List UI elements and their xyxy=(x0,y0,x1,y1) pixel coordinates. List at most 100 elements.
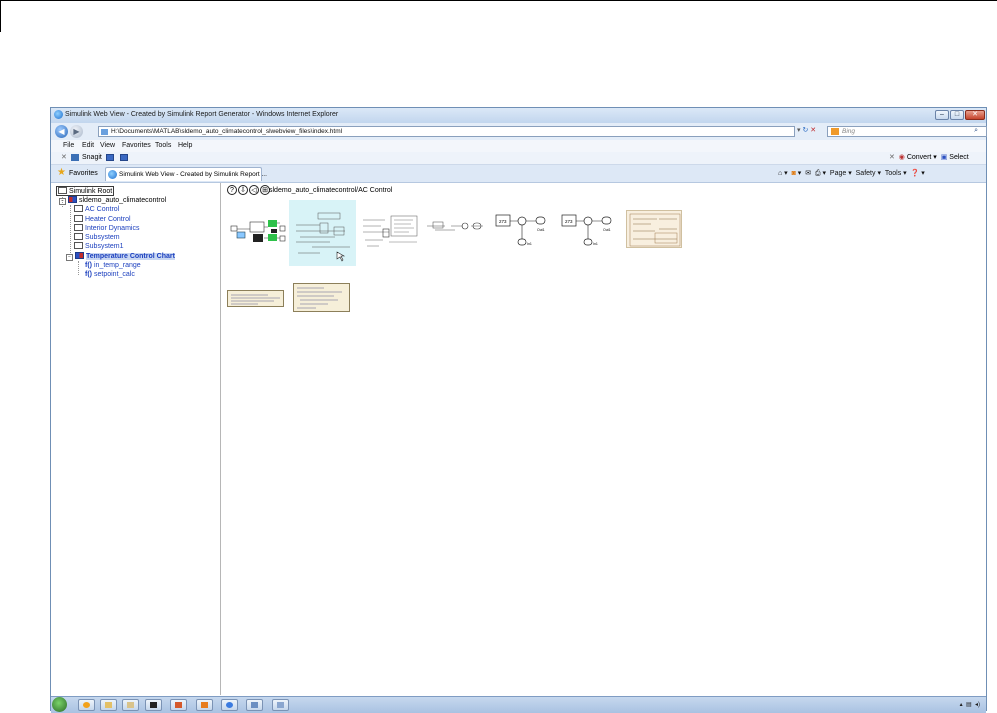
tools-menu[interactable]: Tools xyxy=(885,170,901,177)
dropdown-icon[interactable]: ▾ xyxy=(797,127,801,134)
home-icon[interactable]: ⌂ xyxy=(778,170,782,177)
in-label-a: In1 xyxy=(527,242,532,246)
convert-button[interactable]: Convert xyxy=(907,154,932,161)
thumbnail-diagram-1[interactable] xyxy=(227,211,287,251)
convert-icon: ◉ xyxy=(898,154,905,161)
download-button[interactable]: ⇩ xyxy=(238,185,248,195)
thumbnail-chart[interactable] xyxy=(626,210,682,248)
thumbnail-diagram-5[interactable]: 273 Out1 In1 xyxy=(493,211,551,249)
tree-item-subsystem[interactable]: Subsystem xyxy=(74,233,120,241)
page-left-rule xyxy=(0,0,1,32)
root-icon xyxy=(58,187,67,194)
menu-favorites[interactable]: Favorites xyxy=(122,142,151,149)
snagit-button[interactable]: Snagit xyxy=(82,154,102,161)
breadcrumb-path: sldemo_auto_climatecontrol/AC Control xyxy=(269,187,393,194)
menu-tools[interactable]: Tools xyxy=(155,142,171,149)
close-button[interactable]: ✕ xyxy=(965,110,985,120)
start-button[interactable] xyxy=(52,697,67,712)
taskbar-folder-icon[interactable] xyxy=(122,699,139,711)
taskbar-window2-icon[interactable] xyxy=(272,699,289,711)
tree-item-label: Subsystem1 xyxy=(85,243,124,250)
select-button[interactable]: Select xyxy=(949,154,968,161)
tab-ie-icon xyxy=(108,170,117,179)
toolbar-close-icon[interactable]: ✕ xyxy=(61,153,67,161)
taskbar-matlab-icon[interactable] xyxy=(170,699,187,711)
snagit-window-icon[interactable] xyxy=(120,154,128,161)
snagit-icon xyxy=(71,154,79,161)
thumbnail-function-2[interactable] xyxy=(293,283,350,312)
system-tray: ▴ ▤ ◂) xyxy=(960,701,980,708)
maximize-button[interactable]: □ xyxy=(950,110,964,120)
taskbar-cmd-icon[interactable] xyxy=(145,699,162,711)
tree-item-temperature-control-chart[interactable]: − Temperature Control Chart xyxy=(66,252,175,261)
tree-item-label: setpoint_calc xyxy=(94,271,135,278)
tree-item-label: Temperature Control Chart xyxy=(86,253,175,260)
stop-icon[interactable]: ✕ xyxy=(810,127,816,134)
tree-line xyxy=(70,205,71,255)
tree-root[interactable]: Simulink Root xyxy=(56,186,115,196)
tree-item-heater-control[interactable]: Heater Control xyxy=(74,215,131,223)
search-input[interactable]: Bing ⌕ xyxy=(827,126,987,137)
tree-item-label: Heater Control xyxy=(85,216,131,223)
favorites-bar: ★ Favorites Simulink Web View - Created … xyxy=(51,165,986,183)
tree-item-ac-control[interactable]: AC Control xyxy=(74,205,119,213)
search-icon[interactable]: ⌕ xyxy=(974,127,978,135)
thumbnail-diagram-4[interactable] xyxy=(424,211,486,243)
convert-close-icon[interactable]: ✕ xyxy=(889,154,895,161)
menu-edit[interactable]: Edit xyxy=(82,142,94,149)
function-icon: f() xyxy=(85,271,92,278)
page-menu[interactable]: Page xyxy=(830,170,846,177)
tree-item-in-temp-range[interactable]: f() in_temp_range xyxy=(85,262,141,269)
back-button[interactable]: ◀ xyxy=(55,125,68,138)
menu-file[interactable]: File xyxy=(63,142,74,149)
collapse-icon[interactable]: − xyxy=(59,198,66,205)
taskbar-ie-icon[interactable] xyxy=(78,699,95,711)
feeds-icon[interactable]: ◙ xyxy=(792,170,796,177)
convert-dropdown-icon[interactable]: ▾ xyxy=(933,154,937,161)
help-button[interactable]: ? xyxy=(227,185,237,195)
tab-simulink-web-view[interactable]: Simulink Web View - Created by Simulink … xyxy=(105,167,267,181)
page-top-rule xyxy=(0,0,997,1)
tray-arrow-icon[interactable]: ▴ xyxy=(960,702,963,708)
menu-view[interactable]: View xyxy=(100,142,115,149)
tray-volume-icon[interactable]: ◂) xyxy=(975,702,980,708)
favorites-star-icon[interactable]: ★ xyxy=(57,167,66,178)
snagit-toolbar: ✕ Snagit ✕ ◉ Convert ▾ ▣ Select xyxy=(51,152,986,165)
subsystem-icon xyxy=(74,233,83,240)
snagit-capture-icon[interactable] xyxy=(106,154,114,161)
address-input[interactable]: H:\Documents\MATLAB\sldemo_auto_climatec… xyxy=(98,126,795,137)
tray-network-icon[interactable]: ▤ xyxy=(966,702,972,708)
tree-item-subsystem1[interactable]: Subsystem1 xyxy=(74,242,124,250)
subsystem-icon xyxy=(74,205,83,212)
forward-button[interactable]: ▶ xyxy=(70,125,83,138)
safety-menu[interactable]: Safety xyxy=(856,170,876,177)
refresh-icon[interactable]: ↻ xyxy=(802,127,808,134)
thumbnail-diagram-6[interactable]: 273 Out1 In1 xyxy=(559,211,617,249)
stateflow-chart-icon xyxy=(75,252,84,259)
thumbnail-4-graphic xyxy=(427,221,483,231)
tree-item-interior-dynamics[interactable]: Interior Dynamics xyxy=(74,224,139,232)
thumbnail-diagram-2[interactable] xyxy=(289,200,356,266)
taskbar-window-icon[interactable] xyxy=(246,699,263,711)
thumbnail-1-graphic xyxy=(230,220,286,242)
thumbnail-8-graphic xyxy=(231,294,280,305)
taskbar-browser-icon[interactable] xyxy=(221,699,238,711)
menu-bar: File Edit View Favorites Tools Help xyxy=(51,140,986,152)
print-icon[interactable]: ⎙ xyxy=(815,170,821,177)
mail-icon[interactable]: ✉ xyxy=(805,170,811,177)
convert-toolbar: ✕ ◉ Convert ▾ ▣ Select xyxy=(889,153,969,161)
minimize-button[interactable]: – xyxy=(935,110,949,120)
subsystem-icon xyxy=(74,224,83,231)
thumbnail-diagram-3[interactable] xyxy=(360,211,420,253)
help-icon[interactable]: ❓ xyxy=(911,170,920,177)
out-label-b: Out1 xyxy=(603,228,611,232)
taskbar-explorer-icon[interactable] xyxy=(100,699,117,711)
taskbar-app-icon[interactable] xyxy=(196,699,213,711)
back-nav-button[interactable]: ◁ xyxy=(249,185,259,195)
collapse-icon[interactable]: − xyxy=(66,254,73,261)
thumbnail-function-1[interactable] xyxy=(227,290,284,307)
menu-help[interactable]: Help xyxy=(178,142,192,149)
favorites-button[interactable]: Favorites xyxy=(69,170,98,177)
tree-model[interactable]: − sldemo_auto_climatecontrol xyxy=(59,196,166,205)
tree-item-setpoint-calc[interactable]: f() setpoint_calc xyxy=(85,271,135,278)
